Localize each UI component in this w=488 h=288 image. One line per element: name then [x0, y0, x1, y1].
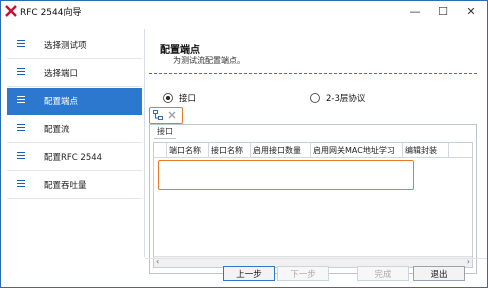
step-label: 配置吞吐量	[44, 181, 87, 191]
menu-icon	[17, 152, 25, 160]
interface-group-tab[interactable]: 接口	[154, 125, 176, 139]
minimize-button[interactable]: —	[401, 1, 429, 22]
menu-icon	[17, 96, 25, 104]
step-configure-throughput[interactable]: 配置吞吐量	[7, 172, 142, 199]
menu-icon	[17, 180, 25, 188]
radio-interface[interactable]: 接口	[163, 92, 196, 104]
footer-divider	[145, 258, 487, 259]
sidebar-divider	[144, 29, 145, 257]
previous-button[interactable]: 上一步	[223, 266, 275, 281]
step-configure-rfc2544[interactable]: 配置RFC 2544	[7, 144, 142, 171]
step-select-ports[interactable]: 选择端口	[7, 60, 142, 87]
grid-header: 端口名称 接口名称 启用接口数量 启用网关MAC地址学习 编辑封装	[154, 143, 472, 158]
wizard-steps-sidebar: 选择测试项 选择端口 配置端点 配置流 配置RFC 2544 配置吞吐量	[7, 32, 142, 200]
radio-layer23-protocol[interactable]: 2-3层协议	[310, 92, 365, 104]
interface-grid: 端口名称 接口名称 启用接口数量 启用网关MAC地址学习 编辑封装 ‹ ›	[153, 142, 473, 268]
column-enabled-interface-count[interactable]: 启用接口数量	[251, 143, 311, 157]
menu-icon	[17, 68, 25, 76]
title-bar: RFC 2544向导 — ☐ ✕	[1, 1, 487, 22]
window-title: RFC 2544向导	[20, 8, 82, 18]
app-logo-icon	[5, 5, 17, 17]
step-configure-endpoints[interactable]: 配置端点	[7, 88, 142, 115]
interface-group: 接口 端口名称 接口名称 启用接口数量 启用网关MAC地址学习 编辑封装 ‹ ›	[149, 124, 477, 274]
page-title: 配置端点	[160, 45, 200, 56]
dashed-divider	[149, 73, 477, 74]
step-select-test-items[interactable]: 选择测试项	[7, 32, 142, 59]
maximize-button[interactable]: ☐	[429, 1, 457, 22]
delete-icon[interactable]	[167, 110, 177, 120]
empty-row-highlight	[158, 160, 414, 190]
step-configure-streams[interactable]: 配置流	[7, 116, 142, 143]
radio-label: 2-3层协议	[326, 94, 366, 104]
menu-icon	[17, 40, 25, 48]
step-label: 选择端口	[44, 69, 79, 79]
add-interface-icon[interactable]	[153, 110, 163, 120]
next-button[interactable]: 下一步	[277, 266, 329, 281]
row-header-cell	[154, 143, 167, 157]
close-button[interactable]: ✕	[457, 1, 485, 22]
column-edit-encapsulation[interactable]: 编辑封装	[403, 143, 449, 157]
endpoint-toolbar	[149, 107, 183, 124]
radio-dot[interactable]	[163, 93, 173, 103]
exit-button[interactable]: 退出	[413, 266, 465, 281]
column-interface-name[interactable]: 接口名称	[209, 143, 251, 157]
wizard-window: RFC 2544向导 — ☐ ✕ 选择测试项 选择端口 配置端点 配置流 配置R…	[0, 0, 488, 288]
column-port-name[interactable]: 端口名称	[167, 143, 209, 157]
step-label: 配置端点	[44, 97, 79, 107]
finish-button[interactable]: 完成	[357, 266, 409, 281]
step-label: 配置RFC 2544	[44, 153, 103, 163]
step-label: 配置流	[44, 125, 70, 135]
radio-label: 接口	[179, 94, 197, 104]
radio-dot[interactable]	[310, 93, 320, 103]
page-subtitle: 为测试流配置端点。	[173, 56, 245, 65]
step-label: 选择测试项	[44, 41, 87, 51]
column-gateway-mac-learning[interactable]: 启用网关MAC地址学习	[311, 143, 403, 157]
menu-icon	[17, 124, 25, 132]
